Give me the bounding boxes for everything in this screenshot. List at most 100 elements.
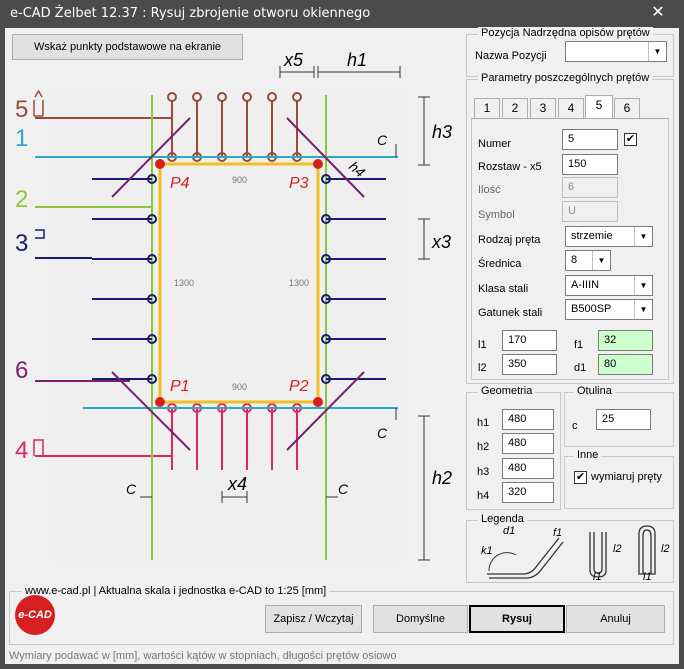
title-bar: e-CAD Żelbet 12.37 : Rysuj zbrojenie otw… <box>0 0 684 28</box>
tab-5[interactable]: 5 <box>585 95 613 119</box>
chevron-down-icon[interactable]: ▼ <box>634 276 652 295</box>
default-button[interactable]: Domyślne <box>373 605 468 633</box>
ilosc-label: Ilość <box>478 184 501 196</box>
legend-k1: k1 <box>481 545 493 557</box>
geo-h2-input[interactable]: 480 <box>502 433 554 454</box>
bar-label-1: 1 <box>15 125 28 152</box>
chevron-down-icon[interactable]: ▼ <box>648 42 666 61</box>
otulina-c-label: c <box>572 420 578 432</box>
chevron-down-icon[interactable]: ▼ <box>634 300 652 319</box>
ilosc-input[interactable]: 6 <box>562 177 618 198</box>
position-name-label: Nazwa Pozycji <box>475 50 547 62</box>
value-width-bottom: 900 <box>232 382 247 392</box>
l2-label: l2 <box>478 362 487 374</box>
geometry-group-title: Geometria <box>478 385 536 397</box>
bar-label-4: 4 <box>15 437 28 464</box>
bar-label-6: 6 <box>15 357 28 384</box>
geo-h3-label: h3 <box>477 466 490 478</box>
wymiaruj-label: wymiaruj pręty <box>591 471 662 483</box>
inne-group-title: Inne <box>574 449 602 461</box>
dialog-client: Wskaż punkty podstawowe na ekranie P4 P3… <box>5 27 679 664</box>
legend-stirrup <box>638 525 656 575</box>
position-name-select[interactable]: ▼ <box>565 41 667 62</box>
l1-input[interactable]: 170 <box>502 330 557 351</box>
dim-x3: x3 <box>431 232 451 252</box>
point-p1-label: P1 <box>170 378 190 395</box>
srednica-select[interactable]: 8 ▼ <box>565 250 611 271</box>
symbol-label: Symbol <box>478 209 515 221</box>
legend-f1: f1 <box>553 527 562 539</box>
info-text: www.e-cad.pl | Aktualna skala i jednostk… <box>22 585 330 597</box>
point-p1-dot <box>155 397 165 407</box>
bar5-shape-icon <box>33 100 44 117</box>
bar-label-2: 2 <box>15 186 28 213</box>
tab-1[interactable]: 1 <box>474 98 500 118</box>
point-p4-dot <box>155 159 165 169</box>
cancel-button[interactable]: Anuluj <box>566 605 665 633</box>
klasa-label: Klasa stali <box>478 283 529 295</box>
geo-h4-label: h4 <box>477 490 490 502</box>
value-height-left: 1300 <box>174 278 194 288</box>
gatunek-label: Gatunek stali <box>478 307 543 319</box>
bar-label-3: 3 <box>15 230 28 257</box>
save-load-button[interactable]: Zapisz / Wczytaj <box>265 605 362 633</box>
wymiaruj-checkbox[interactable]: ✔ <box>574 471 587 484</box>
rozstaw-label: Rozstaw - x5 <box>478 161 542 173</box>
f1-label: f1 <box>574 339 584 351</box>
d1-input[interactable]: 80 <box>598 354 653 375</box>
legend-diagram: d1 f1 k1 l2 l1 l2 l1 <box>481 525 670 582</box>
rodzaj-label: Rodzaj pręta <box>478 234 541 246</box>
parent-group-title: Pozycja Nadrzędna opisów prętów <box>478 27 653 39</box>
dim-h1: h1 <box>347 50 367 70</box>
dim-c-bottom: C <box>338 481 349 497</box>
geo-h3-input[interactable]: 480 <box>502 458 554 479</box>
geo-h2-label: h2 <box>477 441 490 453</box>
chevron-down-icon[interactable]: ▼ <box>634 227 652 246</box>
numer-label: Numer <box>478 138 512 150</box>
point-p3-label: P3 <box>289 175 309 192</box>
geo-h4-input[interactable]: 320 <box>502 482 554 503</box>
geo-h1-label: h1 <box>477 417 490 429</box>
legend-hook-bar <box>487 537 560 575</box>
tab-2[interactable]: 2 <box>502 98 528 118</box>
dim-h3: h3 <box>432 122 452 142</box>
symbol-input[interactable]: U <box>562 201 618 222</box>
numer-checkbox[interactable]: ✔ <box>624 133 637 146</box>
drawing-canvas: P4 P3 P1 P2 900 900 1300 1300 x5 h1 h3 C… <box>15 50 452 564</box>
dim-c-left: C <box>126 481 137 497</box>
legend-l1a: l1 <box>593 571 602 582</box>
numer-input[interactable]: 5 <box>562 129 618 150</box>
value-width-top: 900 <box>232 175 247 185</box>
rodzaj-select[interactable]: strzemie ▼ <box>565 226 653 247</box>
draw-button[interactable]: Rysuj <box>469 605 565 633</box>
dim-c-right: C <box>377 425 388 441</box>
geo-h1-input[interactable]: 480 <box>502 409 554 430</box>
klasa-select[interactable]: A-IIIN ▼ <box>565 275 653 296</box>
tab-6[interactable]: 6 <box>614 98 640 118</box>
point-p4-label: P4 <box>170 175 190 192</box>
rozstaw-input[interactable]: 150 <box>562 154 618 175</box>
dim-h2: h2 <box>432 468 452 488</box>
main-window: e-CAD Żelbet 12.37 : Rysuj zbrojenie otw… <box>0 0 684 669</box>
tab-3[interactable]: 3 <box>530 98 556 118</box>
otulina-c-input[interactable]: 25 <box>596 409 651 430</box>
chevron-down-icon[interactable]: ▼ <box>592 251 610 270</box>
point-p2-label: P2 <box>289 378 309 395</box>
tab-4[interactable]: 4 <box>558 98 584 118</box>
bar4-shape-icon <box>33 439 44 456</box>
legend-arc <box>488 552 517 572</box>
legend-d1: d1 <box>503 525 515 537</box>
bar3-shape-icon <box>35 229 45 239</box>
dim-c-top: C <box>377 132 388 148</box>
bar5-hook-icon <box>34 89 43 98</box>
ecad-logo: e-CAD <box>15 595 55 635</box>
l2-input[interactable]: 350 <box>502 354 557 375</box>
window-title: e-CAD Żelbet 12.37 : Rysuj zbrojenie otw… <box>10 6 371 21</box>
close-button[interactable]: ✕ <box>640 3 676 23</box>
gatunek-select[interactable]: B500SP ▼ <box>565 299 653 320</box>
f1-input[interactable]: 32 <box>598 330 653 351</box>
value-height-right: 1300 <box>289 278 309 288</box>
otulina-group-title: Otulina <box>574 385 615 397</box>
l1-label: l1 <box>478 339 487 351</box>
srednica-label: Średnica <box>478 258 522 270</box>
